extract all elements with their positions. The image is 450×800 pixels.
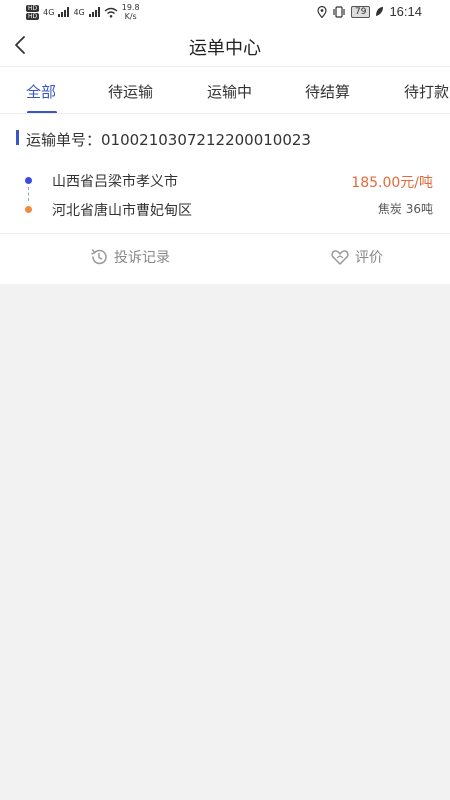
tab-pending-transport[interactable]: 待运输 <box>108 81 153 102</box>
origin-dot-icon <box>25 177 32 184</box>
wifi-icon <box>104 7 118 18</box>
hd-badges: HD HD <box>26 4 40 20</box>
order-number: 运输单号：0100210307212200010023 <box>26 131 311 149</box>
signal-icon-2 <box>88 7 100 17</box>
freight-price: 185.00元/吨 <box>351 175 433 191</box>
card-divider <box>0 233 450 234</box>
cargo-info: 焦炭 36吨 <box>377 202 433 216</box>
waybill-card[interactable]: 运输单号：0100210307212200010023 山西省吕梁市孝义市 河北… <box>0 114 450 284</box>
tab-all[interactable]: 全部 <box>26 81 56 102</box>
origin-address: 山西省吕梁市孝义市 <box>52 174 178 190</box>
network-type-2: 4G <box>73 7 85 17</box>
net-speed-unit: K/s <box>124 12 137 21</box>
destination-address: 河北省唐山市曹妃甸区 <box>52 203 192 219</box>
tab-pending-payment[interactable]: 待打款 <box>404 81 449 102</box>
battery-icon: 79 <box>351 5 371 18</box>
hd-badge-top: HD <box>26 4 40 12</box>
review-label: 评价 <box>355 250 383 266</box>
page-title: 运单中心 <box>189 38 261 59</box>
net-speed-value: 19.8 <box>121 3 140 12</box>
location-icon <box>317 5 327 18</box>
tab-pending-settlement[interactable]: 待结算 <box>305 81 350 102</box>
history-clock-icon <box>91 249 107 265</box>
status-right: 79 16:14 <box>317 4 422 19</box>
status-time: 16:14 <box>389 4 422 19</box>
vibrate-icon <box>333 5 345 18</box>
review-heart-icon <box>331 250 349 265</box>
complaint-record-label: 投诉记录 <box>114 250 170 266</box>
signal-icon <box>58 7 70 17</box>
destination-dot-icon <box>25 206 32 213</box>
review-button[interactable]: 评价 <box>330 247 383 267</box>
leaf-icon <box>376 7 384 16</box>
net-speed: 19.8 K/s <box>122 3 140 21</box>
status-bar: HD HD 4G 4G 19.8 K/s 79 16:14 <box>0 0 450 26</box>
order-accent-bar <box>16 130 19 145</box>
nav-bar: 运单中心 <box>0 26 450 66</box>
network-type-1: 4G <box>43 7 55 17</box>
route-connector <box>28 187 29 201</box>
hd-badge-bottom: HD <box>26 12 40 20</box>
status-tabs: 全部 待运输 运输中 待结算 待打款 <box>0 66 450 114</box>
status-left: HD HD 4G 4G 19.8 K/s <box>26 3 140 21</box>
tab-in-transit[interactable]: 运输中 <box>207 81 252 102</box>
complaint-record-button[interactable]: 投诉记录 <box>89 247 170 267</box>
